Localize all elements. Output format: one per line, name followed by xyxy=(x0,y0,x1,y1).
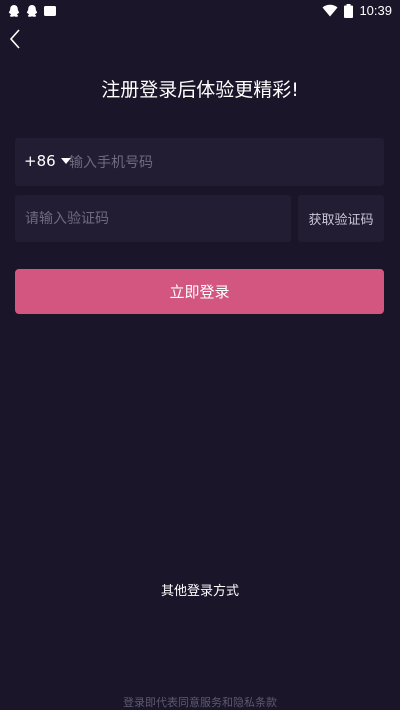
qq-icon xyxy=(8,5,20,17)
qq-icon xyxy=(26,5,38,17)
chevron-left-icon xyxy=(9,29,20,49)
notification-icons xyxy=(7,4,57,18)
terms-notice[interactable]: 登录即代表同意服务和隐私条款 xyxy=(0,694,400,710)
status-bar: 10:39 xyxy=(0,0,400,24)
system-indicators: 10:39 xyxy=(322,3,392,18)
country-code-label: +86 xyxy=(24,152,56,170)
verification-code-input[interactable] xyxy=(23,203,282,235)
page-title: 注册登录后体验更精彩! xyxy=(101,79,299,101)
country-code-selector[interactable]: +86 xyxy=(24,152,71,170)
back-button[interactable] xyxy=(6,28,26,50)
battery-icon xyxy=(344,3,354,18)
phone-input[interactable] xyxy=(67,147,371,179)
phone-field-row: +86 xyxy=(15,138,384,186)
get-code-button[interactable]: 获取验证码 xyxy=(298,195,384,242)
other-login-link[interactable]: 其他登录方式 xyxy=(0,580,400,599)
message-icon xyxy=(44,6,56,16)
code-field-row xyxy=(15,195,291,242)
wifi-icon xyxy=(322,4,338,17)
login-button[interactable]: 立即登录 xyxy=(15,269,384,314)
clock: 10:39 xyxy=(359,3,392,18)
